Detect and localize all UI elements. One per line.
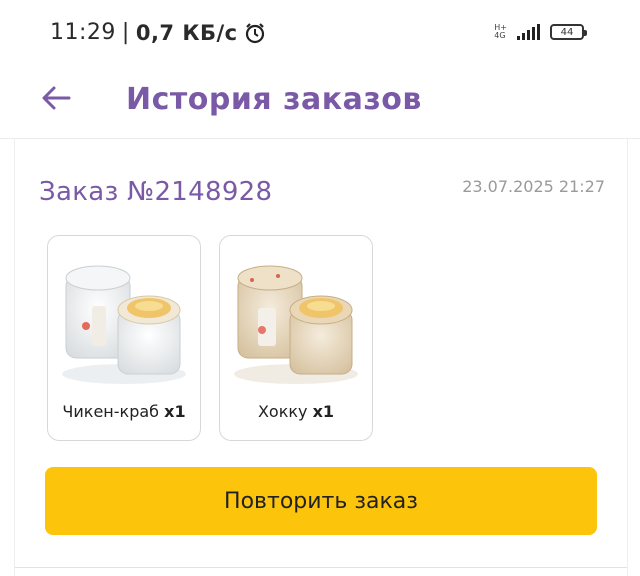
status-bar: 11:29 | 0,7 КБ/с H+ 4G 44 bbox=[0, 0, 640, 68]
order-card: Заказ №2148928 23.07.2025 21:27 Чикен-кр… bbox=[14, 139, 628, 576]
battery-level: 44 bbox=[560, 26, 574, 38]
order-date: 23.07.2025 21:27 bbox=[462, 177, 605, 196]
back-button[interactable] bbox=[36, 80, 76, 120]
alarm-icon bbox=[244, 22, 266, 44]
status-time: 11:29 bbox=[50, 20, 116, 45]
network-type: H+ 4G bbox=[494, 24, 507, 40]
arrow-left-icon bbox=[41, 85, 71, 115]
page-title: История заказов bbox=[126, 82, 422, 117]
product-card[interactable]: Чикен-краб x1 bbox=[47, 235, 201, 441]
status-separator: | bbox=[121, 20, 130, 45]
status-left: 11:29 | 0,7 КБ/с bbox=[50, 20, 266, 45]
network-speed: 0,7 КБ/с bbox=[135, 20, 238, 45]
product-image bbox=[56, 246, 192, 396]
battery-icon: 44 bbox=[550, 24, 587, 40]
product-card[interactable]: Хокку x1 bbox=[219, 235, 373, 441]
network-type-bottom: 4G bbox=[494, 31, 506, 40]
product-title: Чикен-краб bbox=[62, 402, 160, 421]
order-title: Заказ №2148928 bbox=[39, 177, 273, 207]
product-name: Чикен-краб x1 bbox=[48, 402, 200, 421]
product-quantity: x1 bbox=[312, 402, 335, 421]
repeat-order-button[interactable]: Повторить заказ bbox=[45, 467, 597, 535]
divider bbox=[15, 567, 627, 568]
product-image bbox=[228, 246, 364, 396]
signal-icon bbox=[517, 24, 540, 40]
app-header: История заказов bbox=[0, 68, 640, 139]
status-right: H+ 4G 44 bbox=[494, 24, 587, 40]
product-title: Хокку bbox=[257, 402, 308, 421]
product-quantity: x1 bbox=[164, 402, 186, 421]
product-name: Хокку x1 bbox=[220, 402, 372, 421]
